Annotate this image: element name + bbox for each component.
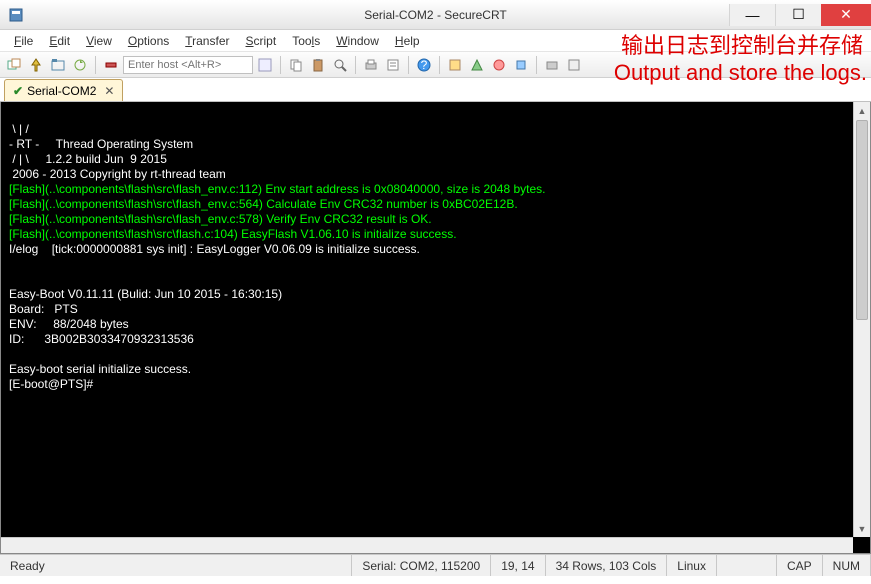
tool-icon-6[interactable] <box>564 55 584 75</box>
separator <box>408 56 409 74</box>
tool-icon-2[interactable] <box>467 55 487 75</box>
window-title: Serial-COM2 - SecureCRT <box>364 8 506 22</box>
terminal-line: [Flash](..\components\flash\src\flash.c:… <box>9 227 457 241</box>
statusbar: Ready Serial: COM2, 115200 19, 14 34 Row… <box>0 554 871 576</box>
menu-options[interactable]: Options <box>120 32 177 50</box>
terminal-line: ENV: 88/2048 bytes <box>9 317 129 331</box>
close-button[interactable]: ✕ <box>821 4 871 26</box>
scroll-up-icon[interactable]: ▲ <box>854 102 870 119</box>
tool-icon-4[interactable] <box>511 55 531 75</box>
annotation-cn: 输出日志到控制台并存储 <box>621 32 863 61</box>
tool-icon-1[interactable] <box>445 55 465 75</box>
terminal-line: Board: PTS <box>9 302 78 316</box>
maximize-button[interactable]: ☐ <box>775 4 821 26</box>
terminal-line: I/elog [tick:0000000881 sys init] : Easy… <box>9 242 420 256</box>
menu-view[interactable]: View <box>78 32 120 50</box>
options-icon[interactable] <box>383 55 403 75</box>
tab-serial-com2[interactable]: ✔ Serial-COM2 ✕ <box>4 79 123 101</box>
close-tab-icon[interactable]: ✕ <box>104 84 114 98</box>
copy-icon[interactable] <box>286 55 306 75</box>
window-controls: — ☐ ✕ <box>729 4 871 26</box>
terminal-line: [E-boot@PTS]# <box>9 377 93 391</box>
menu-help[interactable]: Help <box>387 32 428 50</box>
check-icon: ✔ <box>13 84 23 98</box>
separator <box>280 56 281 74</box>
disconnect-icon[interactable] <box>101 55 121 75</box>
tool-icon-3[interactable] <box>489 55 509 75</box>
terminal-line: 2006 - 2013 Copyright by rt-thread team <box>9 167 226 181</box>
connect-icon[interactable] <box>4 55 24 75</box>
terminal-line: [Flash](..\components\flash\src\flash_en… <box>9 212 432 226</box>
menu-edit[interactable]: Edit <box>41 32 78 50</box>
connect-tab-icon[interactable] <box>48 55 68 75</box>
menu-file[interactable]: File <box>6 32 41 50</box>
status-cursor: 19, 14 <box>491 555 545 576</box>
status-ready: Ready <box>0 555 352 576</box>
menu-window[interactable]: Window <box>328 32 387 50</box>
find-icon[interactable] <box>330 55 350 75</box>
tab-label: Serial-COM2 <box>27 84 96 98</box>
terminal-line: [Flash](..\components\flash\src\flash_en… <box>9 182 546 196</box>
status-mode: Linux <box>667 555 717 576</box>
scroll-down-icon[interactable]: ▼ <box>854 520 870 537</box>
annotation-en: Output and store the logs. <box>614 60 867 86</box>
go-icon[interactable] <box>255 55 275 75</box>
terminal-line: / | \ 1.2.2 build Jun 9 2015 <box>9 152 167 166</box>
status-num: NUM <box>823 555 871 576</box>
separator <box>95 56 96 74</box>
vertical-scrollbar[interactable]: ▲ ▼ <box>853 102 870 537</box>
help-icon[interactable]: ? <box>414 55 434 75</box>
menu-script[interactable]: Script <box>238 32 285 50</box>
app-icon <box>6 5 26 25</box>
menu-transfer[interactable]: Transfer <box>177 32 237 50</box>
status-cap: CAP <box>777 555 823 576</box>
separator <box>355 56 356 74</box>
minimize-button[interactable]: — <box>729 4 775 26</box>
terminal[interactable]: \ | / - RT - Thread Operating System / |… <box>0 102 871 554</box>
reconnect-icon[interactable] <box>70 55 90 75</box>
menu-tools[interactable]: Tools <box>284 32 328 50</box>
print-icon[interactable] <box>361 55 381 75</box>
quick-connect-icon[interactable] <box>26 55 46 75</box>
status-blank <box>717 555 777 576</box>
scroll-thumb[interactable] <box>856 120 868 320</box>
terminal-line: - RT - Thread Operating System <box>9 137 193 151</box>
titlebar: Serial-COM2 - SecureCRT — ☐ ✕ <box>0 0 871 30</box>
separator <box>439 56 440 74</box>
paste-icon[interactable] <box>308 55 328 75</box>
status-serial: Serial: COM2, 115200 <box>352 555 491 576</box>
terminal-line: \ | / <box>9 122 29 136</box>
terminal-line: ID: 3B002B3033470932313536 <box>9 332 194 346</box>
tool-icon-5[interactable] <box>542 55 562 75</box>
status-size: 34 Rows, 103 Cols <box>546 555 668 576</box>
terminal-line: Easy-boot serial initialize success. <box>9 362 191 376</box>
host-input[interactable] <box>123 56 253 74</box>
separator <box>536 56 537 74</box>
svg-text:?: ? <box>421 58 428 72</box>
terminal-line: [Flash](..\components\flash\src\flash_en… <box>9 197 518 211</box>
terminal-line: Easy-Boot V0.11.11 (Bulid: Jun 10 2015 -… <box>9 287 282 301</box>
horizontal-scrollbar[interactable] <box>1 537 853 553</box>
